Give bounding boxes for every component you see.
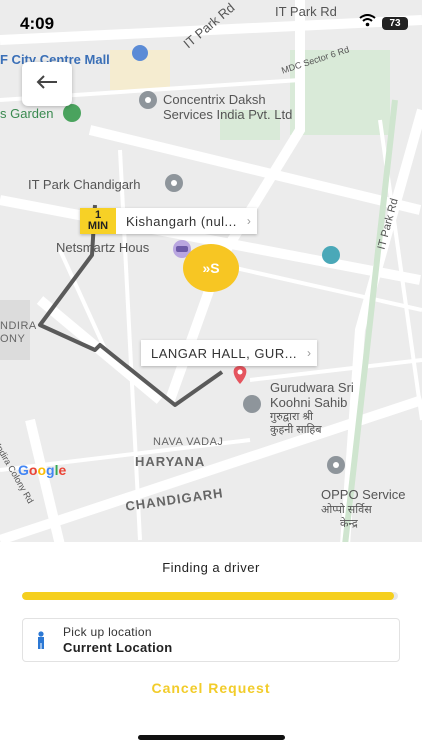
garden-pin-icon: [63, 104, 81, 122]
search-progress-bar: [22, 592, 398, 600]
battery-icon: 73: [382, 16, 408, 30]
status-time: 4:09: [20, 14, 55, 33]
driver-search-indicator: »S: [183, 244, 239, 292]
pickup-label: Pick up location: [63, 625, 152, 639]
pickup-location-card[interactable]: Pick up location Current Location: [22, 618, 400, 662]
chevron-right-icon: ›: [307, 346, 312, 360]
wifi-icon: [359, 14, 376, 32]
eta-badge: 1 MIN: [80, 208, 116, 234]
museum-pin-icon: [322, 246, 340, 264]
area-label: ONY: [0, 333, 26, 345]
google-logo: Google: [18, 462, 67, 478]
oppo-label-3: केन्द्र: [340, 518, 358, 530]
pickup-value: Current Location: [63, 640, 173, 655]
finding-driver-text: Finding a driver: [162, 560, 260, 575]
eta-unit: MIN: [87, 220, 109, 232]
itpark-label: IT Park Chandigarh: [28, 177, 141, 192]
gurudwara-label-4: कुहनी साहिब: [270, 424, 322, 436]
oppo-pin-icon: [327, 456, 345, 474]
mall-pin-icon: [132, 45, 148, 61]
chevron-right-icon: ›: [246, 214, 251, 228]
search-progress-fill: [22, 592, 395, 600]
oppo-label: OPPO Service: [321, 487, 406, 502]
gurudwara-pin-icon: [243, 395, 261, 413]
gurudwara-label: Gurudwara Sri: [270, 380, 354, 395]
concentrix-label: Concentrix Daksh: [163, 92, 266, 107]
back-button[interactable]: [22, 62, 72, 106]
pickup-callout-text: Kishangarh (nul...: [126, 213, 237, 229]
concentrix-label-2: Services India Pvt. Ltd: [163, 107, 293, 122]
garden-label: s Garden: [0, 106, 54, 121]
gurudwara-label-2: Koohni Sahib: [270, 395, 348, 410]
cancel-request-button[interactable]: Cancel Request: [0, 680, 422, 696]
drop-callout-text: LANGAR HALL, GUR...: [151, 345, 298, 361]
arrow-left-icon: [36, 74, 58, 95]
area-label: NAVA VADAJ: [153, 436, 224, 448]
status-bar: 4:09 73: [0, 0, 422, 46]
person-icon: [35, 631, 47, 654]
oppo-label-2: ओप्पो सर्विस: [321, 504, 372, 516]
netsmartz-label: Netsmartz Hous: [56, 240, 150, 255]
home-indicator[interactable]: [138, 735, 285, 740]
place-pin-icon: [139, 91, 157, 109]
drop-callout[interactable]: LANGAR HALL, GUR... ›: [141, 340, 318, 366]
state-label: HARYANA: [135, 454, 206, 469]
itpark-pin-icon: [165, 174, 183, 192]
area-label: NDIRA: [0, 320, 37, 332]
pickup-callout[interactable]: 1 MIN Kishangarh (nul... ›: [80, 208, 257, 234]
